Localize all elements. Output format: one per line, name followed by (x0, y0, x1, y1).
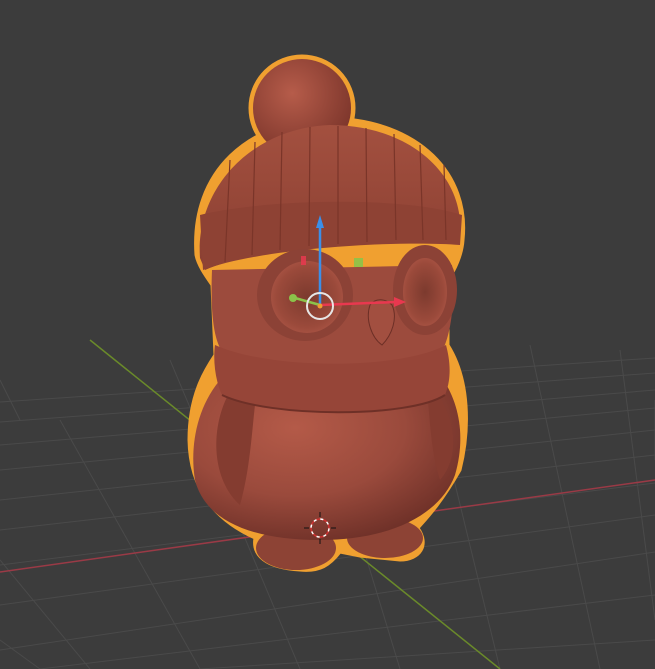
viewport-canvas[interactable] (0, 0, 655, 669)
3d-viewport[interactable] (0, 0, 655, 669)
gizmo-plane-handle-icon[interactable] (354, 258, 363, 267)
owl-object[interactable] (187, 54, 468, 572)
gizmo-plane-handle-red-icon[interactable] (301, 256, 306, 265)
right-eye (403, 258, 447, 326)
left-eye (271, 261, 343, 333)
object-origin-icon (317, 303, 323, 309)
gizmo-y-handle-icon[interactable] (289, 294, 297, 302)
